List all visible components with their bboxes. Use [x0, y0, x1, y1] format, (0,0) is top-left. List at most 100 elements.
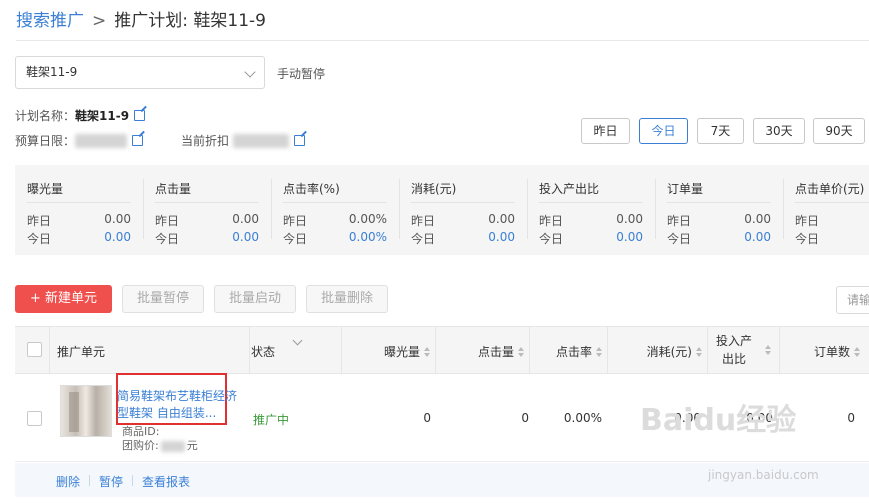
th-cost[interactable]: 消耗(元) — [607, 327, 707, 373]
budget-row: 预算日限： — [15, 132, 144, 149]
stat-yesterday-value: 0.00 — [104, 212, 131, 226]
edit-icon[interactable] — [134, 110, 146, 121]
view-report-link[interactable]: 查看报表 — [142, 473, 190, 490]
sort-icon[interactable] — [696, 347, 703, 357]
batch-delete-button[interactable]: 批量删除 — [306, 285, 388, 313]
discount-row: 当前折扣 — [181, 132, 305, 149]
th-clicks[interactable]: 点击量 — [435, 327, 529, 373]
stat-yesterday-value: 0.00 — [232, 212, 259, 226]
stat-yesterday-value: 0.00% — [348, 212, 387, 226]
th-orders[interactable]: 订单数 — [779, 327, 869, 373]
stat-yesterday-value: 0.00 — [744, 212, 771, 226]
row-status: 推广中 — [253, 413, 290, 427]
stat-title: 点击量 — [155, 182, 192, 196]
breadcrumb: 搜索推广 > 推广计划: 鞋架11-9 — [16, 6, 266, 31]
watermark-url: jingyan.baidu.com — [708, 468, 819, 482]
plan-select[interactable]: 鞋架11-9 — [15, 56, 265, 89]
stat-title: 订单量 — [667, 182, 704, 196]
batch-start-button[interactable]: 批量启动 — [214, 285, 296, 313]
plan-select-value: 鞋架11-9 — [26, 65, 78, 79]
stat-label: 今日 — [27, 232, 52, 246]
discount-label: 当前折扣 — [181, 134, 230, 148]
stat-label: 昨日 — [795, 214, 820, 228]
sort-icon[interactable] — [596, 347, 603, 357]
stat-label: 今日 — [539, 232, 564, 246]
pause-link[interactable]: 暂停 — [99, 473, 123, 490]
select-all-checkbox[interactable] — [27, 342, 42, 357]
stat-today-value: 0.00 — [488, 230, 515, 244]
plan-name-value: 鞋架11-9 — [75, 109, 130, 123]
th-impressions[interactable]: 曝光量 — [341, 327, 435, 373]
th-orders-label: 订单数 — [813, 345, 850, 359]
stat-today-value: 0.00 — [744, 230, 771, 244]
th-unit: 推广单元 — [49, 327, 249, 373]
stat-title: 投入产出比 — [539, 182, 600, 196]
row-impressions: 0 — [423, 411, 431, 425]
stat-orders: 订单量 昨日 0.00 今日 0.00 — [655, 165, 783, 255]
stat-clicks: 点击量 昨日 0.00 今日 0.00 — [143, 165, 271, 255]
group-price-row: 团购价: 元 — [122, 437, 198, 453]
row-ctr: 0.00% — [563, 411, 602, 425]
stat-label: 今日 — [667, 232, 692, 246]
edit-icon[interactable] — [293, 135, 305, 146]
th-status[interactable]: 状态 — [249, 327, 341, 373]
breadcrumb-separator: > — [92, 11, 107, 31]
watermark-logo: Baidu经验 — [640, 403, 797, 438]
stat-today-value: 0.00 — [232, 230, 259, 244]
stat-title: 曝光量 — [27, 182, 64, 196]
stat-label: 昨日 — [283, 214, 308, 228]
stat-ctr: 点击率(%) 昨日 0.00% 今日 0.00% — [271, 165, 399, 255]
stat-label: 今日 — [795, 232, 820, 246]
budget-label: 预算日限： — [15, 134, 76, 148]
stat-label: 昨日 — [667, 214, 692, 228]
row-clicks: 0 — [521, 411, 529, 425]
table-header: 推广单元 状态 曝光量 点击量 点击率 消耗(元) 投入产 出比 订单数 — [15, 326, 869, 374]
plan-status-label: 手动暂停 — [277, 67, 326, 81]
stat-label: 今日 — [155, 232, 180, 246]
th-roi-label: 出比 — [721, 352, 746, 366]
search-input[interactable]: 请输 — [836, 286, 869, 314]
sort-icon[interactable] — [765, 345, 772, 355]
th-ctr[interactable]: 点击率 — [529, 327, 607, 373]
sort-icon[interactable] — [854, 347, 861, 357]
stat-today-value: 0.00 — [616, 230, 643, 244]
group-price-label: 团购价: — [122, 439, 159, 452]
stats-panel: 曝光量 昨日 0.00 今日 0.00 点击量 昨日 0.00 今日 0.00 点击率(… — [15, 165, 869, 255]
sort-icon[interactable] — [424, 347, 431, 357]
stat-title: 点击率(%) — [283, 182, 340, 196]
new-unit-button[interactable]: + 新建单元 — [15, 285, 112, 313]
plan-name-row: 计划名称：鞋架11-9 — [15, 107, 146, 124]
date-btn-yesterday[interactable]: 昨日 — [581, 118, 630, 144]
group-price-suffix: 元 — [186, 439, 198, 452]
stat-today-value: 0.00 — [104, 230, 131, 244]
th-status-label: 状态 — [251, 345, 276, 359]
th-cost-label: 消耗(元) — [646, 345, 692, 359]
row-checkbox[interactable] — [27, 411, 42, 426]
stat-cost: 消耗(元) 昨日 0.00 今日 0.00 — [399, 165, 527, 255]
product-thumbnail — [60, 385, 112, 437]
filter-chevron-icon[interactable] — [292, 335, 303, 346]
stat-label: 昨日 — [411, 214, 436, 228]
th-roi[interactable]: 投入产 出比 — [707, 327, 779, 373]
edit-icon[interactable] — [132, 135, 144, 146]
discount-value-blurred — [232, 134, 289, 148]
delete-link[interactable]: 删除 — [56, 473, 80, 490]
breadcrumb-current: 推广计划: 鞋架11-9 — [114, 11, 266, 31]
batch-pause-button[interactable]: 批量暂停 — [122, 285, 204, 313]
sort-icon[interactable] — [518, 347, 525, 357]
stat-label: 昨日 — [155, 214, 180, 228]
plan-name-label: 计划名称： — [15, 109, 76, 123]
th-ctr-label: 点击率 — [555, 345, 592, 359]
stat-label: 今日 — [283, 232, 308, 246]
header-divider — [16, 40, 869, 41]
stat-yesterday-value: 0.00 — [488, 212, 515, 226]
product-title-link[interactable]: 简易鞋架布艺鞋柜经济型鞋架 自由组装... — [117, 388, 242, 422]
date-btn-90d[interactable]: 90天 — [813, 118, 865, 144]
stat-label: 昨日 — [27, 214, 52, 228]
breadcrumb-root-link[interactable]: 搜索推广 — [16, 11, 84, 31]
date-btn-7d[interactable]: 7天 — [697, 118, 744, 144]
date-btn-today[interactable]: 今日 — [639, 118, 688, 144]
chevron-down-icon — [244, 66, 256, 78]
budget-value-blurred — [75, 134, 128, 148]
date-btn-30d[interactable]: 30天 — [753, 118, 805, 144]
